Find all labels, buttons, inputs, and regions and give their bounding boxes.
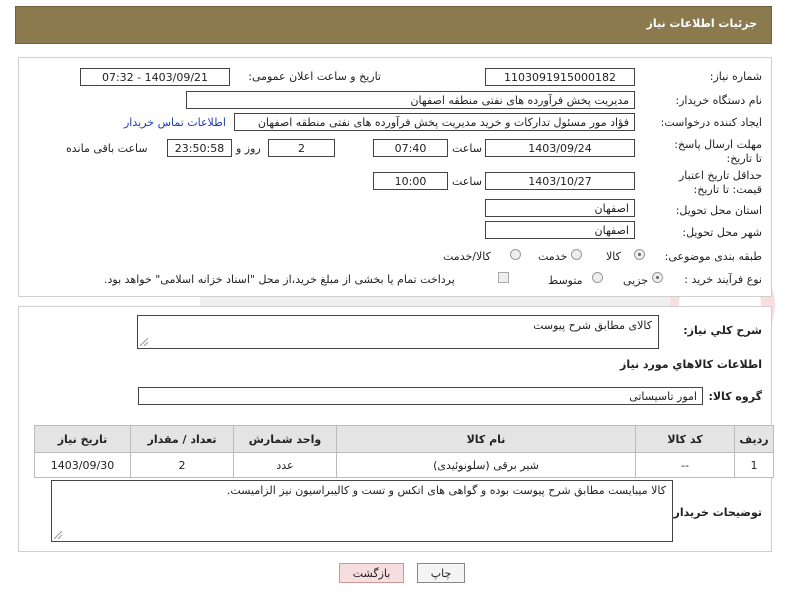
need-number-field[interactable]: 1103091915000182 bbox=[485, 68, 635, 86]
buyer-org-label: نام دستگاه خریدار: bbox=[675, 94, 762, 107]
back-button[interactable]: بازگشت bbox=[339, 563, 404, 583]
deadline-time-label: ساعت bbox=[452, 142, 482, 155]
buyer-contact-link[interactable]: اطلاعات تماس خریدار bbox=[124, 116, 226, 129]
category-radio-goods[interactable] bbox=[634, 249, 645, 260]
resize-handle-icon[interactable] bbox=[140, 338, 148, 346]
category-label: طبقه بندی موضوعی: bbox=[664, 250, 762, 263]
category-radio-goods-service[interactable] bbox=[510, 249, 521, 260]
category-option-goods: کالا bbox=[606, 250, 621, 263]
announce-date-field[interactable]: 1403/09/21 - 07:32 bbox=[80, 68, 230, 86]
validity-time-field[interactable]: 10:00 bbox=[373, 172, 448, 190]
city-label: شهر محل تحویل: bbox=[682, 226, 762, 239]
treasury-payment-checkbox[interactable] bbox=[498, 272, 509, 283]
resize-handle-icon[interactable] bbox=[54, 531, 62, 539]
items-table: ردیف کد کالا نام کالا واحد شمارش تعداد /… bbox=[34, 425, 774, 478]
summary-label: شرح کلي نياز: bbox=[683, 324, 762, 337]
requester-label: ایجاد کننده درخواست: bbox=[660, 116, 762, 129]
cell-qty: 2 bbox=[130, 452, 234, 478]
items-section-title: اطلاعات کالاهاي مورد نياز bbox=[620, 358, 762, 371]
validity-time-label: ساعت bbox=[452, 175, 482, 188]
cell-date: 1403/09/30 bbox=[34, 452, 131, 478]
buyer-notes-text: کالا میبایست مطابق شرح پیوست بوده و گواه… bbox=[226, 484, 666, 497]
items-table-header: ردیف کد کالا نام کالا واحد شمارش تعداد /… bbox=[34, 425, 774, 453]
table-row[interactable]: 1 -- شیر برقی (سلونوئیدی) عدد 2 1403/09/… bbox=[34, 452, 774, 478]
city-field[interactable]: اصفهان bbox=[485, 221, 635, 239]
deadline-date-field[interactable]: 1403/09/24 bbox=[485, 139, 635, 157]
treasury-payment-note: پرداخت تمام یا بخشی از مبلغ خرید،از محل … bbox=[104, 273, 455, 286]
col-name: نام کالا bbox=[336, 425, 636, 453]
validity-label: حداقل تاریخ اعتبار قیمت: تا تاریخ: bbox=[678, 169, 762, 196]
announce-date-label: تاریخ و ساعت اعلان عمومی: bbox=[248, 70, 381, 83]
deadline-time-field[interactable]: 07:40 bbox=[373, 139, 448, 157]
buyer-org-field[interactable]: مدیریت پخش فرآورده های نفتی منطقه اصفهان bbox=[186, 91, 635, 109]
category-option-goods-service: کالا/خدمت bbox=[443, 250, 491, 263]
cell-row: 1 bbox=[734, 452, 774, 478]
print-button[interactable]: چاپ bbox=[417, 563, 465, 583]
col-qty: تعداد / مقدار bbox=[130, 425, 234, 453]
page-title: جزئیات اطلاعات نیاز bbox=[646, 17, 758, 30]
process-option-medium: متوسط bbox=[548, 274, 583, 287]
days-field[interactable]: 2 bbox=[268, 139, 335, 157]
province-label: استان محل تحویل: bbox=[675, 204, 762, 217]
col-unit: واحد شمارش bbox=[233, 425, 337, 453]
process-radio-minor[interactable] bbox=[652, 272, 663, 283]
goods-group-field[interactable]: امور تاسیساتی bbox=[138, 387, 703, 405]
summary-text: کالای مطابق شرح پیوست bbox=[533, 319, 652, 332]
cell-code: -- bbox=[635, 452, 735, 478]
remaining-time-label: ساعت باقی مانده bbox=[66, 142, 148, 155]
province-field[interactable]: اصفهان bbox=[485, 199, 635, 217]
col-code: کد کالا bbox=[635, 425, 735, 453]
buyer-notes-field[interactable]: کالا میبایست مطابق شرح پیوست بوده و گواه… bbox=[51, 480, 673, 542]
process-label: نوع فرآیند خرید : bbox=[684, 273, 762, 286]
buyer-notes-label: توضیحات خریدار: bbox=[669, 506, 762, 519]
deadline-label: مهلت ارسال پاسخ: تا تاریخ: bbox=[674, 138, 762, 165]
summary-field[interactable]: کالای مطابق شرح پیوست bbox=[137, 315, 659, 349]
cell-name: شیر برقی (سلونوئیدی) bbox=[336, 452, 636, 478]
goods-group-label: گروه کالا: bbox=[708, 390, 762, 403]
validity-date-field[interactable]: 1403/10/27 bbox=[485, 172, 635, 190]
category-option-service: خدمت bbox=[538, 250, 568, 263]
col-row: ردیف bbox=[734, 425, 774, 453]
need-number-label: شماره نیاز: bbox=[709, 70, 762, 83]
col-date: تاریخ نیاز bbox=[34, 425, 131, 453]
requester-field[interactable]: فؤاد مور مسئول تدارکات و خرید مدیریت پخش… bbox=[234, 113, 635, 131]
remaining-time-field[interactable]: 23:50:58 bbox=[167, 139, 232, 157]
process-option-minor: جزیی bbox=[623, 274, 649, 287]
category-radio-service[interactable] bbox=[571, 249, 582, 260]
page-header: جزئیات اطلاعات نیاز bbox=[15, 6, 772, 44]
days-label: روز و bbox=[236, 142, 261, 155]
cell-unit: عدد bbox=[233, 452, 337, 478]
process-radio-medium[interactable] bbox=[592, 272, 603, 283]
